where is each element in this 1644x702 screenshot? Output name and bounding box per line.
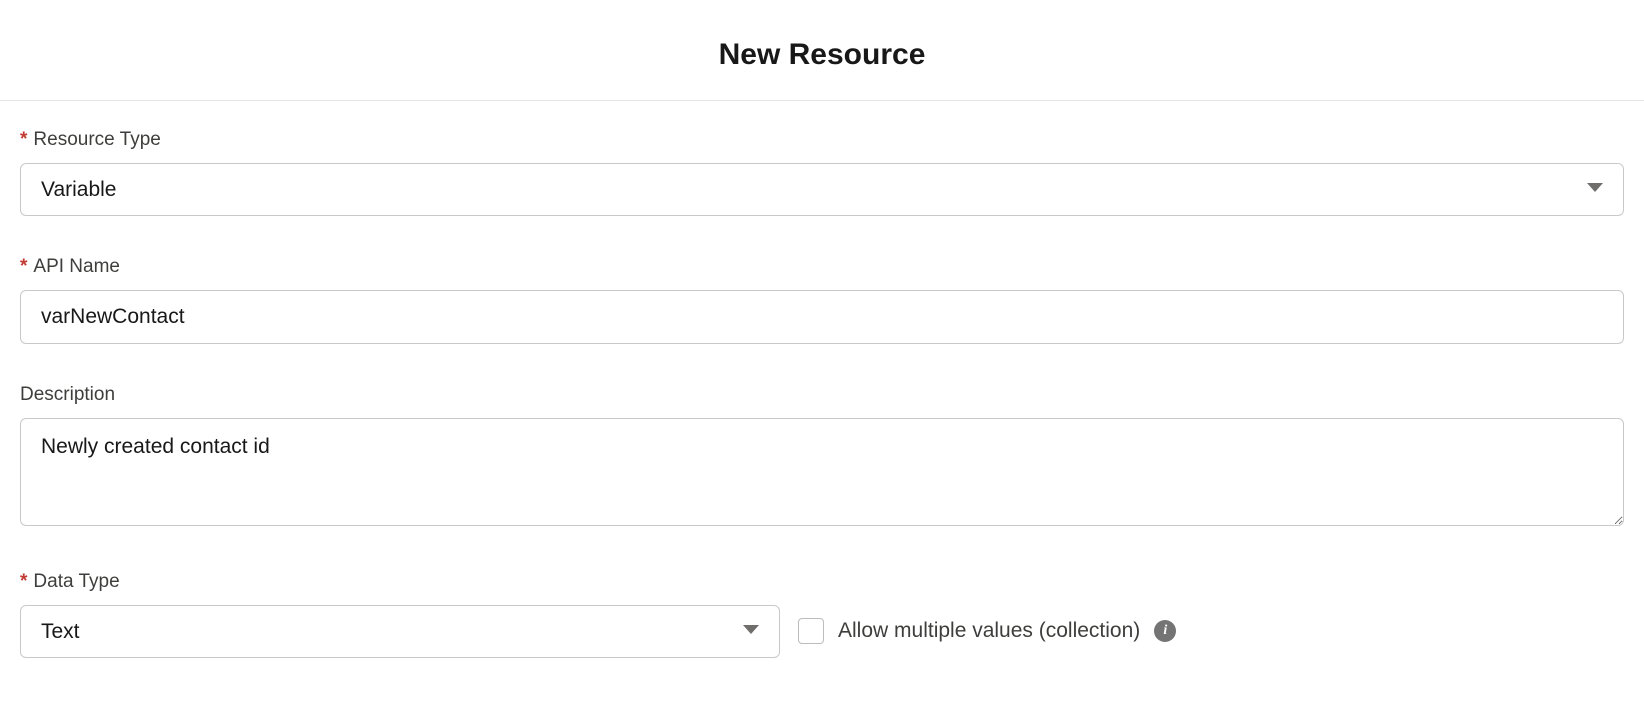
required-marker: *: [20, 129, 27, 151]
data-type-select-wrapper: Text: [20, 605, 780, 658]
required-marker: *: [20, 571, 27, 593]
field-data-type: * Data Type Text: [20, 571, 780, 658]
new-resource-form: * Resource Type Variable * API Name Desc…: [0, 101, 1644, 678]
resource-type-select-wrapper: Variable: [20, 163, 1624, 216]
allow-multiple-wrap: Allow multiple values (collection) i: [798, 618, 1176, 658]
field-api-name: * API Name: [20, 256, 1624, 344]
info-icon[interactable]: i: [1154, 620, 1176, 642]
data-type-row: * Data Type Text Allow multiple values (…: [20, 571, 1624, 658]
resource-type-label: * Resource Type: [20, 129, 1624, 151]
required-marker: *: [20, 256, 27, 278]
resource-type-label-text: Resource Type: [33, 129, 160, 151]
description-label-text: Description: [20, 384, 115, 406]
field-description: Description Newly created contact id: [20, 384, 1624, 531]
allow-multiple-label[interactable]: Allow multiple values (collection): [838, 619, 1140, 643]
api-name-label-text: API Name: [33, 256, 120, 278]
api-name-label: * API Name: [20, 256, 1624, 278]
allow-multiple-checkbox[interactable]: [798, 618, 824, 644]
data-type-select[interactable]: Text: [20, 605, 780, 658]
description-label: Description: [20, 384, 1624, 406]
resource-type-select[interactable]: Variable: [20, 163, 1624, 216]
field-resource-type: * Resource Type Variable: [20, 129, 1624, 216]
description-textarea[interactable]: Newly created contact id: [20, 418, 1624, 526]
data-type-label-text: Data Type: [33, 571, 119, 593]
api-name-input[interactable]: [20, 290, 1624, 344]
data-type-label: * Data Type: [20, 571, 780, 593]
dialog-title: New Resource: [0, 0, 1644, 101]
